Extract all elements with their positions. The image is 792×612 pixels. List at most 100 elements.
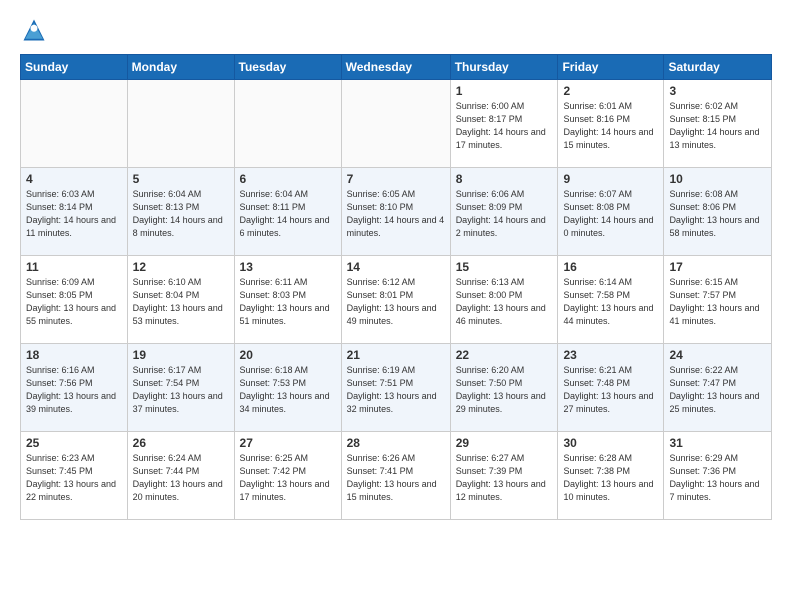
cell-info: Sunrise: 6:00 AM Sunset: 8:17 PM Dayligh… xyxy=(456,100,553,152)
calendar-header-tuesday: Tuesday xyxy=(234,55,341,80)
calendar-cell: 31 Sunrise: 6:29 AM Sunset: 7:36 PM Dayli… xyxy=(664,432,772,520)
cell-info: Sunrise: 6:02 AM Sunset: 8:15 PM Dayligh… xyxy=(669,100,766,152)
cell-info: Sunrise: 6:18 AM Sunset: 7:53 PM Dayligh… xyxy=(240,364,336,416)
day-number: 16 xyxy=(563,260,658,274)
day-number: 15 xyxy=(456,260,553,274)
calendar-week-row: 11 Sunrise: 6:09 AM Sunset: 8:05 PM Dayli… xyxy=(21,256,772,344)
day-number: 2 xyxy=(563,84,658,98)
header xyxy=(20,16,772,44)
calendar-cell: 19 Sunrise: 6:17 AM Sunset: 7:54 PM Dayli… xyxy=(127,344,234,432)
calendar-header-monday: Monday xyxy=(127,55,234,80)
day-number: 14 xyxy=(347,260,445,274)
calendar-header-saturday: Saturday xyxy=(664,55,772,80)
day-number: 31 xyxy=(669,436,766,450)
calendar-cell: 21 Sunrise: 6:19 AM Sunset: 7:51 PM Dayli… xyxy=(341,344,450,432)
day-number: 8 xyxy=(456,172,553,186)
day-number: 26 xyxy=(133,436,229,450)
cell-info: Sunrise: 6:29 AM Sunset: 7:36 PM Dayligh… xyxy=(669,452,766,504)
cell-info: Sunrise: 6:04 AM Sunset: 8:11 PM Dayligh… xyxy=(240,188,336,240)
calendar-cell: 13 Sunrise: 6:11 AM Sunset: 8:03 PM Dayli… xyxy=(234,256,341,344)
day-number: 1 xyxy=(456,84,553,98)
calendar-cell: 8 Sunrise: 6:06 AM Sunset: 8:09 PM Daylig… xyxy=(450,168,558,256)
cell-info: Sunrise: 6:05 AM Sunset: 8:10 PM Dayligh… xyxy=(347,188,445,240)
calendar-cell: 26Sunrise: 6:24 AM Sunset: 7:44 PM Dayli… xyxy=(127,432,234,520)
cell-info: Sunrise: 6:07 AM Sunset: 8:08 PM Dayligh… xyxy=(563,188,658,240)
day-number: 11 xyxy=(26,260,122,274)
calendar-cell: 10Sunrise: 6:08 AM Sunset: 8:06 PM Dayli… xyxy=(664,168,772,256)
calendar-cell: 2Sunrise: 6:01 AM Sunset: 8:16 PM Daylig… xyxy=(558,80,664,168)
day-number: 3 xyxy=(669,84,766,98)
day-number: 19 xyxy=(133,348,229,362)
cell-info: Sunrise: 6:12 AM Sunset: 8:01 PM Dayligh… xyxy=(347,276,445,328)
cell-info: Sunrise: 6:27 AM Sunset: 7:39 PM Dayligh… xyxy=(456,452,553,504)
logo-icon xyxy=(20,16,48,44)
calendar-cell: 9 Sunrise: 6:07 AM Sunset: 8:08 PM Daylig… xyxy=(558,168,664,256)
day-number: 24 xyxy=(669,348,766,362)
day-number: 23 xyxy=(563,348,658,362)
cell-info: Sunrise: 6:09 AM Sunset: 8:05 PM Dayligh… xyxy=(26,276,122,328)
cell-info: Sunrise: 6:23 AM Sunset: 7:45 PM Dayligh… xyxy=(26,452,122,504)
calendar-cell: 23Sunrise: 6:21 AM Sunset: 7:48 PM Dayli… xyxy=(558,344,664,432)
day-number: 17 xyxy=(669,260,766,274)
cell-info: Sunrise: 6:26 AM Sunset: 7:41 PM Dayligh… xyxy=(347,452,445,504)
calendar-cell xyxy=(127,80,234,168)
cell-info: Sunrise: 6:06 AM Sunset: 8:09 PM Dayligh… xyxy=(456,188,553,240)
calendar-cell: 4 Sunrise: 6:03 AM Sunset: 8:14 PM Daylig… xyxy=(21,168,128,256)
cell-info: Sunrise: 6:15 AM Sunset: 7:57 PM Dayligh… xyxy=(669,276,766,328)
calendar-cell: 12Sunrise: 6:10 AM Sunset: 8:04 PM Dayli… xyxy=(127,256,234,344)
calendar-header-sunday: Sunday xyxy=(21,55,128,80)
day-number: 22 xyxy=(456,348,553,362)
calendar-header-wednesday: Wednesday xyxy=(341,55,450,80)
calendar-cell: 25 Sunrise: 6:23 AM Sunset: 7:45 PM Dayli… xyxy=(21,432,128,520)
cell-info: Sunrise: 6:04 AM Sunset: 8:13 PM Dayligh… xyxy=(133,188,229,240)
calendar-cell: 15 Sunrise: 6:13 AM Sunset: 8:00 PM Dayli… xyxy=(450,256,558,344)
calendar-header-thursday: Thursday xyxy=(450,55,558,80)
calendar-cell xyxy=(234,80,341,168)
cell-info: Sunrise: 6:25 AM Sunset: 7:42 PM Dayligh… xyxy=(240,452,336,504)
calendar-cell: 5 Sunrise: 6:04 AM Sunset: 8:13 PM Daylig… xyxy=(127,168,234,256)
calendar-cell: 27Sunrise: 6:25 AM Sunset: 7:42 PM Dayli… xyxy=(234,432,341,520)
cell-info: Sunrise: 6:17 AM Sunset: 7:54 PM Dayligh… xyxy=(133,364,229,416)
day-number: 13 xyxy=(240,260,336,274)
day-number: 25 xyxy=(26,436,122,450)
calendar: SundayMondayTuesdayWednesdayThursdayFrid… xyxy=(20,54,772,520)
day-number: 30 xyxy=(563,436,658,450)
day-number: 12 xyxy=(133,260,229,274)
calendar-cell: 16 Sunrise: 6:14 AM Sunset: 7:58 PM Dayli… xyxy=(558,256,664,344)
calendar-week-row: 4 Sunrise: 6:03 AM Sunset: 8:14 PM Daylig… xyxy=(21,168,772,256)
calendar-header-friday: Friday xyxy=(558,55,664,80)
calendar-cell: 30Sunrise: 6:28 AM Sunset: 7:38 PM Dayli… xyxy=(558,432,664,520)
page: SundayMondayTuesdayWednesdayThursdayFrid… xyxy=(0,0,792,612)
calendar-cell: 1 Sunrise: 6:00 AM Sunset: 8:17 PM Daylig… xyxy=(450,80,558,168)
logo xyxy=(20,16,52,44)
calendar-header-row: SundayMondayTuesdayWednesdayThursdayFrid… xyxy=(21,55,772,80)
calendar-cell: 24Sunrise: 6:22 AM Sunset: 7:47 PM Dayli… xyxy=(664,344,772,432)
cell-info: Sunrise: 6:16 AM Sunset: 7:56 PM Dayligh… xyxy=(26,364,122,416)
cell-info: Sunrise: 6:20 AM Sunset: 7:50 PM Dayligh… xyxy=(456,364,553,416)
day-number: 9 xyxy=(563,172,658,186)
cell-info: Sunrise: 6:14 AM Sunset: 7:58 PM Dayligh… xyxy=(563,276,658,328)
cell-info: Sunrise: 6:03 AM Sunset: 8:14 PM Dayligh… xyxy=(26,188,122,240)
day-number: 21 xyxy=(347,348,445,362)
calendar-cell: 14 Sunrise: 6:12 AM Sunset: 8:01 PM Dayli… xyxy=(341,256,450,344)
calendar-cell: 29 Sunrise: 6:27 AM Sunset: 7:39 PM Dayli… xyxy=(450,432,558,520)
calendar-cell: 6 Sunrise: 6:04 AM Sunset: 8:11 PM Daylig… xyxy=(234,168,341,256)
calendar-cell xyxy=(21,80,128,168)
cell-info: Sunrise: 6:13 AM Sunset: 8:00 PM Dayligh… xyxy=(456,276,553,328)
cell-info: Sunrise: 6:19 AM Sunset: 7:51 PM Dayligh… xyxy=(347,364,445,416)
day-number: 4 xyxy=(26,172,122,186)
calendar-week-row: 1 Sunrise: 6:00 AM Sunset: 8:17 PM Daylig… xyxy=(21,80,772,168)
day-number: 29 xyxy=(456,436,553,450)
day-number: 20 xyxy=(240,348,336,362)
day-number: 7 xyxy=(347,172,445,186)
day-number: 10 xyxy=(669,172,766,186)
calendar-cell: 22 Sunrise: 6:20 AM Sunset: 7:50 PM Dayli… xyxy=(450,344,558,432)
calendar-cell: 3 Sunrise: 6:02 AM Sunset: 8:15 PM Daylig… xyxy=(664,80,772,168)
day-number: 5 xyxy=(133,172,229,186)
calendar-cell: 17 Sunrise: 6:15 AM Sunset: 7:57 PM Dayli… xyxy=(664,256,772,344)
calendar-cell: 7 Sunrise: 6:05 AM Sunset: 8:10 PM Daylig… xyxy=(341,168,450,256)
cell-info: Sunrise: 6:11 AM Sunset: 8:03 PM Dayligh… xyxy=(240,276,336,328)
day-number: 18 xyxy=(26,348,122,362)
day-number: 6 xyxy=(240,172,336,186)
calendar-cell xyxy=(341,80,450,168)
